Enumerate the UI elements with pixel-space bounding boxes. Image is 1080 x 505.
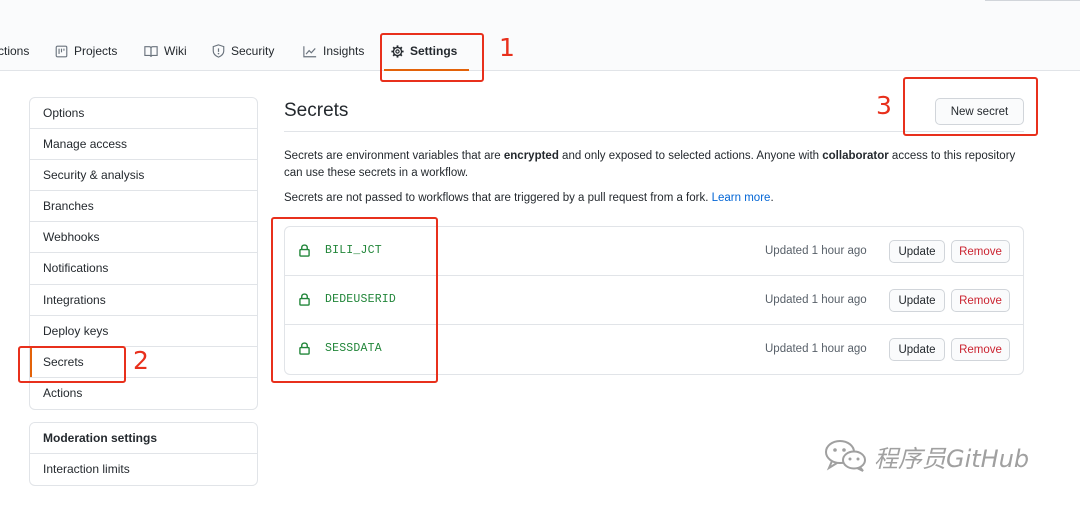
- sidebar-item-branches[interactable]: Branches: [30, 191, 257, 223]
- remove-button[interactable]: Remove: [951, 338, 1010, 361]
- sidebar-item-webhooks[interactable]: Webhooks: [30, 222, 257, 254]
- sidebar-item-security-analysis[interactable]: Security & analysis: [30, 160, 257, 192]
- annotation-number-2: 2: [133, 346, 149, 375]
- secret-updated: Updated 1 hour ago: [765, 343, 867, 355]
- tab-security[interactable]: Security: [212, 42, 274, 60]
- tab-insights-label: Insights: [323, 44, 365, 58]
- tab-wiki[interactable]: Wiki: [144, 42, 187, 60]
- annotation-number-3: 3: [876, 91, 892, 120]
- shield-icon: [212, 44, 225, 58]
- annotation-box-secret-list: [271, 217, 438, 383]
- watermark-text: 程序员GitHub: [874, 445, 1030, 473]
- remove-button[interactable]: Remove: [951, 289, 1010, 312]
- tab-projects[interactable]: Projects: [55, 42, 117, 60]
- page-title: Secrets: [284, 100, 349, 121]
- book-icon: [144, 45, 158, 58]
- secret-updated: Updated 1 hour ago: [765, 294, 867, 306]
- desc-text: and only exposed to selected actions. An…: [558, 150, 823, 162]
- sidebar-item-deploy-keys[interactable]: Deploy keys: [30, 316, 257, 347]
- tab-actions-label: ctions: [0, 44, 30, 58]
- annotation-box-settings: [380, 33, 484, 82]
- top-divider: [985, 0, 1080, 1]
- graph-icon: [303, 45, 317, 58]
- desc-encrypted: encrypted: [503, 150, 559, 162]
- desc-collaborator: collaborator: [822, 150, 889, 162]
- desc-text: Secrets are environment variables that a…: [284, 150, 504, 162]
- fork-note-text: Secrets are not passed to workflows that…: [284, 192, 712, 204]
- moderation-sidebar: Moderation settings Interaction limits: [29, 422, 258, 487]
- watermark: 程序员GitHub: [824, 438, 1029, 475]
- update-button[interactable]: Update: [889, 338, 945, 361]
- moderation-heading: Moderation settings: [30, 423, 257, 455]
- sidebar-item-integrations[interactable]: Integrations: [30, 285, 257, 316]
- tab-projects-label: Projects: [74, 44, 118, 58]
- annotation-number-1: 1: [499, 33, 515, 62]
- learn-more-link[interactable]: Learn more: [712, 192, 771, 204]
- secrets-description: Secrets are environment variables that a…: [284, 148, 1024, 181]
- annotation-box-secrets: [18, 346, 126, 383]
- tab-security-label: Security: [231, 44, 275, 58]
- sidebar-item-interaction-limits[interactable]: Interaction limits: [30, 454, 257, 485]
- update-button[interactable]: Update: [889, 289, 945, 312]
- repo-tab-bar: ctions Projects Wiki Security Insights S…: [0, 0, 1080, 71]
- project-board-icon: [55, 45, 68, 58]
- update-button[interactable]: Update: [889, 240, 945, 263]
- remove-button[interactable]: Remove: [951, 240, 1010, 263]
- tab-actions[interactable]: ctions: [0, 42, 29, 60]
- sidebar-item-manage-access[interactable]: Manage access: [30, 129, 257, 161]
- sidebar-item-notifications[interactable]: Notifications: [30, 253, 257, 285]
- tab-wiki-label: Wiki: [164, 44, 187, 58]
- wechat-icon: [824, 438, 868, 475]
- fork-note: Secrets are not passed to workflows that…: [284, 190, 1024, 207]
- annotation-box-new-secret: [903, 77, 1038, 136]
- sidebar-item-options[interactable]: Options: [30, 98, 257, 130]
- tab-insights[interactable]: Insights: [303, 42, 364, 60]
- fork-note-end: .: [770, 192, 774, 204]
- secret-updated: Updated 1 hour ago: [765, 245, 867, 257]
